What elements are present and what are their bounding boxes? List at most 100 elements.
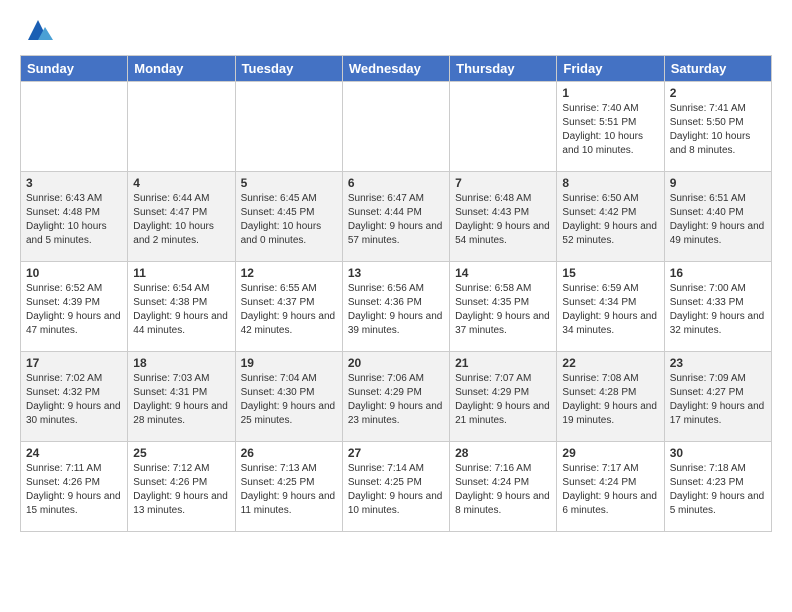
- day-number: 18: [133, 356, 229, 370]
- day-info: Sunrise: 6:43 AM Sunset: 4:48 PM Dayligh…: [26, 192, 122, 248]
- day-info: Sunrise: 7:12 AM Sunset: 4:26 PM Dayligh…: [133, 462, 229, 518]
- day-number: 3: [26, 176, 122, 190]
- day-info: Sunrise: 6:59 AM Sunset: 4:34 PM Dayligh…: [562, 282, 658, 338]
- logo: [20, 15, 53, 45]
- day-number: 26: [241, 446, 337, 460]
- day-number: 2: [670, 86, 766, 100]
- day-number: 6: [348, 176, 444, 190]
- day-info: Sunrise: 6:48 AM Sunset: 4:43 PM Dayligh…: [455, 192, 551, 248]
- day-number: 28: [455, 446, 551, 460]
- header: [20, 15, 772, 45]
- calendar-header-row: SundayMondayTuesdayWednesdayThursdayFrid…: [21, 56, 772, 82]
- day-number: 15: [562, 266, 658, 280]
- day-number: 30: [670, 446, 766, 460]
- day-number: 11: [133, 266, 229, 280]
- day-info: Sunrise: 6:50 AM Sunset: 4:42 PM Dayligh…: [562, 192, 658, 248]
- day-number: 10: [26, 266, 122, 280]
- calendar-cell: [450, 82, 557, 172]
- day-of-week-header: Thursday: [450, 56, 557, 82]
- day-info: Sunrise: 7:08 AM Sunset: 4:28 PM Dayligh…: [562, 372, 658, 428]
- day-info: Sunrise: 7:40 AM Sunset: 5:51 PM Dayligh…: [562, 102, 658, 158]
- day-info: Sunrise: 7:16 AM Sunset: 4:24 PM Dayligh…: [455, 462, 551, 518]
- calendar-cell: 17Sunrise: 7:02 AM Sunset: 4:32 PM Dayli…: [21, 352, 128, 442]
- calendar-week-row: 17Sunrise: 7:02 AM Sunset: 4:32 PM Dayli…: [21, 352, 772, 442]
- calendar-cell: 4 Sunrise: 6:44 AM Sunset: 4:47 PM Daylig…: [128, 172, 235, 262]
- calendar-cell: 21 Sunrise: 7:07 AM Sunset: 4:29 PM Dayli…: [450, 352, 557, 442]
- calendar-cell: [21, 82, 128, 172]
- calendar-cell: 5 Sunrise: 6:45 AM Sunset: 4:45 PM Daylig…: [235, 172, 342, 262]
- calendar-cell: 7Sunrise: 6:48 AM Sunset: 4:43 PM Daylig…: [450, 172, 557, 262]
- day-info: Sunrise: 7:18 AM Sunset: 4:23 PM Dayligh…: [670, 462, 766, 518]
- day-info: Sunrise: 7:11 AM Sunset: 4:26 PM Dayligh…: [26, 462, 122, 518]
- day-number: 19: [241, 356, 337, 370]
- calendar-cell: 12Sunrise: 6:55 AM Sunset: 4:37 PM Dayli…: [235, 262, 342, 352]
- day-info: Sunrise: 7:09 AM Sunset: 4:27 PM Dayligh…: [670, 372, 766, 428]
- day-info: Sunrise: 7:41 AM Sunset: 5:50 PM Dayligh…: [670, 102, 766, 158]
- calendar-cell: 18 Sunrise: 7:03 AM Sunset: 4:31 PM Dayli…: [128, 352, 235, 442]
- day-number: 27: [348, 446, 444, 460]
- calendar-week-row: 24 Sunrise: 7:11 AM Sunset: 4:26 PM Dayli…: [21, 442, 772, 532]
- day-info: Sunrise: 6:44 AM Sunset: 4:47 PM Dayligh…: [133, 192, 229, 248]
- day-of-week-header: Friday: [557, 56, 664, 82]
- calendar-cell: 6 Sunrise: 6:47 AM Sunset: 4:44 PM Daylig…: [342, 172, 449, 262]
- calendar-cell: 13Sunrise: 6:56 AM Sunset: 4:36 PM Dayli…: [342, 262, 449, 352]
- calendar-cell: 22 Sunrise: 7:08 AM Sunset: 4:28 PM Dayli…: [557, 352, 664, 442]
- day-info: Sunrise: 7:00 AM Sunset: 4:33 PM Dayligh…: [670, 282, 766, 338]
- calendar-cell: 29 Sunrise: 7:17 AM Sunset: 4:24 PM Dayli…: [557, 442, 664, 532]
- day-number: 5: [241, 176, 337, 190]
- calendar-cell: 25 Sunrise: 7:12 AM Sunset: 4:26 PM Dayli…: [128, 442, 235, 532]
- day-number: 4: [133, 176, 229, 190]
- day-info: Sunrise: 6:52 AM Sunset: 4:39 PM Dayligh…: [26, 282, 122, 338]
- day-number: 24: [26, 446, 122, 460]
- day-info: Sunrise: 6:58 AM Sunset: 4:35 PM Dayligh…: [455, 282, 551, 338]
- day-number: 22: [562, 356, 658, 370]
- calendar-week-row: 10 Sunrise: 6:52 AM Sunset: 4:39 PM Dayli…: [21, 262, 772, 352]
- day-info: Sunrise: 7:03 AM Sunset: 4:31 PM Dayligh…: [133, 372, 229, 428]
- day-info: Sunrise: 6:56 AM Sunset: 4:36 PM Dayligh…: [348, 282, 444, 338]
- calendar-week-row: 3 Sunrise: 6:43 AM Sunset: 4:48 PM Daylig…: [21, 172, 772, 262]
- day-number: 20: [348, 356, 444, 370]
- day-number: 9: [670, 176, 766, 190]
- page: SundayMondayTuesdayWednesdayThursdayFrid…: [0, 0, 792, 552]
- calendar-cell: 27 Sunrise: 7:14 AM Sunset: 4:25 PM Dayli…: [342, 442, 449, 532]
- calendar-cell: 11 Sunrise: 6:54 AM Sunset: 4:38 PM Dayli…: [128, 262, 235, 352]
- day-info: Sunrise: 7:13 AM Sunset: 4:25 PM Dayligh…: [241, 462, 337, 518]
- day-info: Sunrise: 6:45 AM Sunset: 4:45 PM Dayligh…: [241, 192, 337, 248]
- day-number: 12: [241, 266, 337, 280]
- day-number: 21: [455, 356, 551, 370]
- calendar-week-row: 1 Sunrise: 7:40 AM Sunset: 5:51 PM Daylig…: [21, 82, 772, 172]
- day-number: 8: [562, 176, 658, 190]
- day-of-week-header: Saturday: [664, 56, 771, 82]
- day-info: Sunrise: 6:54 AM Sunset: 4:38 PM Dayligh…: [133, 282, 229, 338]
- day-info: Sunrise: 6:51 AM Sunset: 4:40 PM Dayligh…: [670, 192, 766, 248]
- day-number: 23: [670, 356, 766, 370]
- day-number: 1: [562, 86, 658, 100]
- day-info: Sunrise: 7:04 AM Sunset: 4:30 PM Dayligh…: [241, 372, 337, 428]
- day-info: Sunrise: 7:06 AM Sunset: 4:29 PM Dayligh…: [348, 372, 444, 428]
- calendar-cell: 9 Sunrise: 6:51 AM Sunset: 4:40 PM Daylig…: [664, 172, 771, 262]
- calendar-cell: 15 Sunrise: 6:59 AM Sunset: 4:34 PM Dayli…: [557, 262, 664, 352]
- calendar: SundayMondayTuesdayWednesdayThursdayFrid…: [20, 55, 772, 532]
- day-number: 25: [133, 446, 229, 460]
- calendar-cell: 19 Sunrise: 7:04 AM Sunset: 4:30 PM Dayli…: [235, 352, 342, 442]
- calendar-cell: 16Sunrise: 7:00 AM Sunset: 4:33 PM Dayli…: [664, 262, 771, 352]
- calendar-cell: [342, 82, 449, 172]
- calendar-cell: 23 Sunrise: 7:09 AM Sunset: 4:27 PM Dayli…: [664, 352, 771, 442]
- day-info: Sunrise: 7:17 AM Sunset: 4:24 PM Dayligh…: [562, 462, 658, 518]
- calendar-cell: 1 Sunrise: 7:40 AM Sunset: 5:51 PM Daylig…: [557, 82, 664, 172]
- day-of-week-header: Sunday: [21, 56, 128, 82]
- day-number: 14: [455, 266, 551, 280]
- calendar-cell: 10 Sunrise: 6:52 AM Sunset: 4:39 PM Dayli…: [21, 262, 128, 352]
- day-info: Sunrise: 7:07 AM Sunset: 4:29 PM Dayligh…: [455, 372, 551, 428]
- day-info: Sunrise: 6:47 AM Sunset: 4:44 PM Dayligh…: [348, 192, 444, 248]
- day-of-week-header: Wednesday: [342, 56, 449, 82]
- calendar-cell: [128, 82, 235, 172]
- logo-icon: [23, 15, 53, 45]
- calendar-cell: 26 Sunrise: 7:13 AM Sunset: 4:25 PM Dayli…: [235, 442, 342, 532]
- calendar-cell: 14 Sunrise: 6:58 AM Sunset: 4:35 PM Dayli…: [450, 262, 557, 352]
- day-number: 29: [562, 446, 658, 460]
- calendar-cell: 3 Sunrise: 6:43 AM Sunset: 4:48 PM Daylig…: [21, 172, 128, 262]
- calendar-cell: 24 Sunrise: 7:11 AM Sunset: 4:26 PM Dayli…: [21, 442, 128, 532]
- day-info: Sunrise: 7:14 AM Sunset: 4:25 PM Dayligh…: [348, 462, 444, 518]
- day-info: Sunrise: 7:02 AM Sunset: 4:32 PM Dayligh…: [26, 372, 122, 428]
